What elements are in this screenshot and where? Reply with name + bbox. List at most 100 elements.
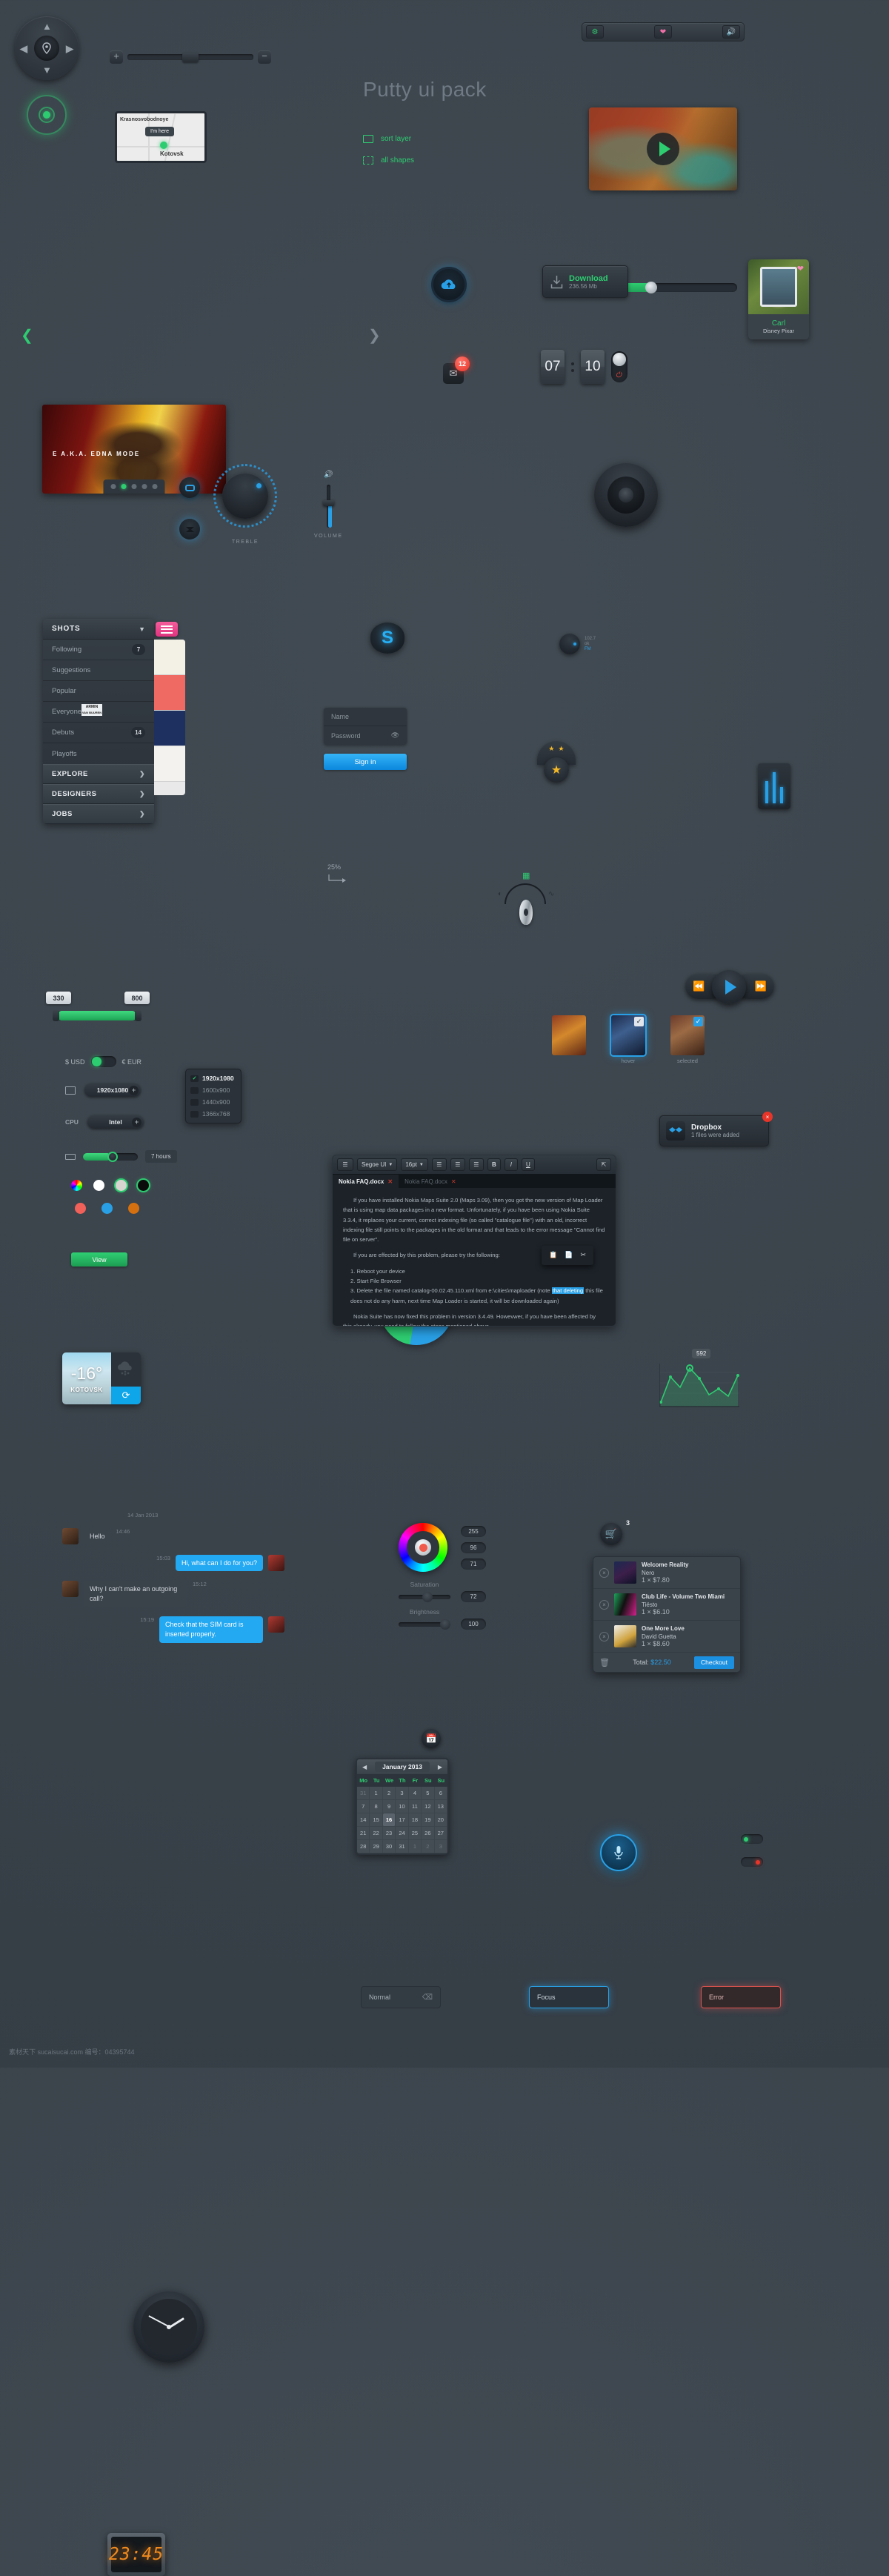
button-state-error[interactable]: Error (701, 1986, 781, 2008)
carousel-prev-button[interactable]: ❮ (21, 326, 33, 345)
cart-footer[interactable]: 🗑 Total: $22.50 Checkout (593, 1653, 740, 1672)
flip-clock-minutes[interactable]: 10 (581, 350, 605, 384)
calendar-day[interactable]: 11 (408, 1800, 422, 1813)
color-value-b[interactable]: 71 (461, 1558, 486, 1570)
range-slider-widget[interactable]: 330 800 (46, 992, 150, 1021)
triangle-right-icon[interactable]: ▶ (438, 1764, 442, 1770)
editor-tab-active[interactable]: Nokia FAQ.docx ✕ (333, 1175, 399, 1188)
game-avatar-selected[interactable]: ✓ selected (670, 1015, 705, 1064)
brightness-slider[interactable] (399, 1619, 450, 1630)
map-location-pin[interactable] (160, 142, 167, 149)
cart-button-wrap[interactable]: 🛒 3 (600, 1519, 630, 1545)
zoom-in-button[interactable]: + (110, 50, 123, 64)
color-picker-widget[interactable]: 255 96 71 Saturation 72 Brightness 100 (399, 1523, 486, 1630)
cloud-upload-indicator[interactable] (431, 267, 467, 302)
calendar-day[interactable]: 26 (422, 1827, 435, 1840)
carousel-dot[interactable] (141, 484, 147, 489)
chevron-down-icon[interactable]: ▼ (139, 625, 145, 633)
shot-thumbnail-column[interactable] (154, 640, 185, 795)
calendar-day[interactable]: 19 (422, 1813, 435, 1827)
eye-icon[interactable]: 👁 (391, 731, 399, 740)
power-toggle-knob[interactable] (613, 353, 626, 366)
view-button[interactable]: View (71, 1252, 127, 1267)
calendar-day-selected[interactable]: 16 (382, 1813, 396, 1827)
calendar-day[interactable]: 12 (422, 1800, 435, 1813)
calendar-day[interactable]: 17 (396, 1813, 409, 1827)
cpu-select[interactable]: Intel + (87, 1115, 144, 1129)
calendar-day[interactable]: 27 (434, 1827, 447, 1840)
carousel-dots[interactable] (103, 479, 165, 494)
calendar-day[interactable]: 21 (357, 1827, 370, 1840)
calendar-day[interactable]: 6 (434, 1787, 447, 1800)
download-button[interactable]: Download 236.56 Mb (542, 265, 628, 298)
currency-toggle[interactable] (90, 1056, 116, 1067)
color-value-r[interactable]: 255 (461, 1525, 486, 1537)
sidebar-section-designers[interactable]: DESIGNERS ❯ (43, 784, 154, 804)
zoom-out-button[interactable]: − (258, 50, 271, 64)
radio-tuner[interactable]: 102.7 ok FM (559, 634, 596, 654)
brightness-slider-handle[interactable] (440, 1619, 450, 1630)
cart-item[interactable]: × Club Life - Volume Two Miami Tiësto 1 … (593, 1589, 740, 1621)
volume-slider[interactable] (322, 485, 334, 528)
color-value-g[interactable]: 96 (461, 1541, 486, 1553)
sidebar-section-jobs[interactable]: JOBS ❯ (43, 804, 154, 824)
calendar-day[interactable]: 30 (382, 1840, 396, 1853)
led-panel-green[interactable] (741, 1834, 763, 1844)
align-right-icon[interactable]: ☰ (468, 1158, 484, 1171)
gear-icon[interactable]: ⚙ (586, 25, 604, 39)
dropbox-notification[interactable]: Dropbox 1 files were added × (659, 1112, 773, 1146)
italic-button[interactable]: I (504, 1158, 518, 1171)
calendar-day[interactable]: 15 (370, 1813, 383, 1827)
battery-slider-handle[interactable] (107, 1151, 119, 1162)
bold-button[interactable]: B (487, 1158, 501, 1171)
checkout-button[interactable]: Checkout (694, 1656, 734, 1669)
resolution-option[interactable]: 1440x900 (186, 1096, 241, 1108)
sidebar-item-suggestions[interactable]: Suggestions (43, 660, 154, 681)
cart-item[interactable]: × Welcome Reality Nero 1 × $7.80 (593, 1557, 740, 1589)
calendar-day[interactable]: 23 (382, 1827, 396, 1840)
currency-toggle-row[interactable]: $ USD € EUR (65, 1056, 141, 1067)
avatar[interactable]: ✓ (670, 1015, 705, 1055)
star-icon[interactable]: ★ (548, 745, 554, 753)
saturation-slider-handle[interactable] (422, 1591, 433, 1602)
cut-icon[interactable]: ✂ (580, 1249, 586, 1261)
list-icon[interactable]: ☰ (337, 1158, 353, 1171)
calendar-day[interactable]: 25 (408, 1827, 422, 1840)
cart-item[interactable]: × One More Love David Guetta 1 × $8.60 (593, 1621, 740, 1653)
range-slider-handle-min[interactable] (53, 1010, 59, 1021)
avatar[interactable]: ✓ (611, 1015, 645, 1055)
sidebar-item-following[interactable]: Following 7 (43, 640, 154, 660)
carousel-dot[interactable] (131, 484, 137, 489)
editor-body[interactable]: If you have installed Nokia Maps Suite 2… (333, 1188, 616, 1326)
calendar-day[interactable]: 14 (357, 1813, 370, 1827)
paste-icon[interactable]: 📄 (565, 1249, 573, 1261)
calendar-day[interactable]: 13 (434, 1800, 447, 1813)
swatch-red[interactable] (75, 1203, 86, 1214)
video-progress-handle[interactable] (645, 282, 657, 293)
calendar-day[interactable]: 31 (357, 1787, 370, 1800)
shots-sidebar-widget[interactable]: SHOTS ▼ Following 7 Suggestions Popular … (43, 619, 185, 824)
star-rating-button[interactable]: ★ (544, 757, 569, 783)
name-field[interactable]: Name (324, 708, 407, 726)
close-icon[interactable]: ✕ (387, 1178, 393, 1185)
led-panel-red[interactable] (741, 1857, 763, 1867)
gauge-widget[interactable]: ▦ ◐ ∿ (498, 869, 554, 925)
sidebar-item-debuts[interactable]: Debuts 14 (43, 723, 154, 743)
pie-icon[interactable]: ◐ (498, 890, 502, 898)
editor-toolbar[interactable]: ☰ Segoe UI ▼ 16pt ▼ ☰ ☰ ☰ B I U ⇱ (333, 1155, 616, 1175)
plus-icon[interactable]: + (131, 1117, 141, 1127)
line-chart[interactable]: 592 (659, 1349, 741, 1410)
password-field[interactable]: Password 👁 (324, 726, 407, 745)
sidebar-item-popular[interactable]: Popular (43, 681, 154, 702)
calendar-day[interactable]: 18 (408, 1813, 422, 1827)
calendar-day[interactable]: 9 (382, 1800, 396, 1813)
calendar-day[interactable]: 8 (370, 1800, 383, 1813)
zoom-slider-handle[interactable] (182, 52, 199, 62)
button-state-focus[interactable]: Focus (529, 1986, 609, 2008)
basket-icon[interactable]: 🛒 (600, 1523, 622, 1545)
button-state-normal[interactable]: Normal ⌫ (361, 1986, 441, 2008)
saturation-slider[interactable] (399, 1591, 450, 1602)
calendar-day[interactable]: 28 (357, 1840, 370, 1853)
calendar-day[interactable]: 3 (396, 1787, 409, 1800)
shot-thumbnail[interactable] (154, 711, 185, 746)
